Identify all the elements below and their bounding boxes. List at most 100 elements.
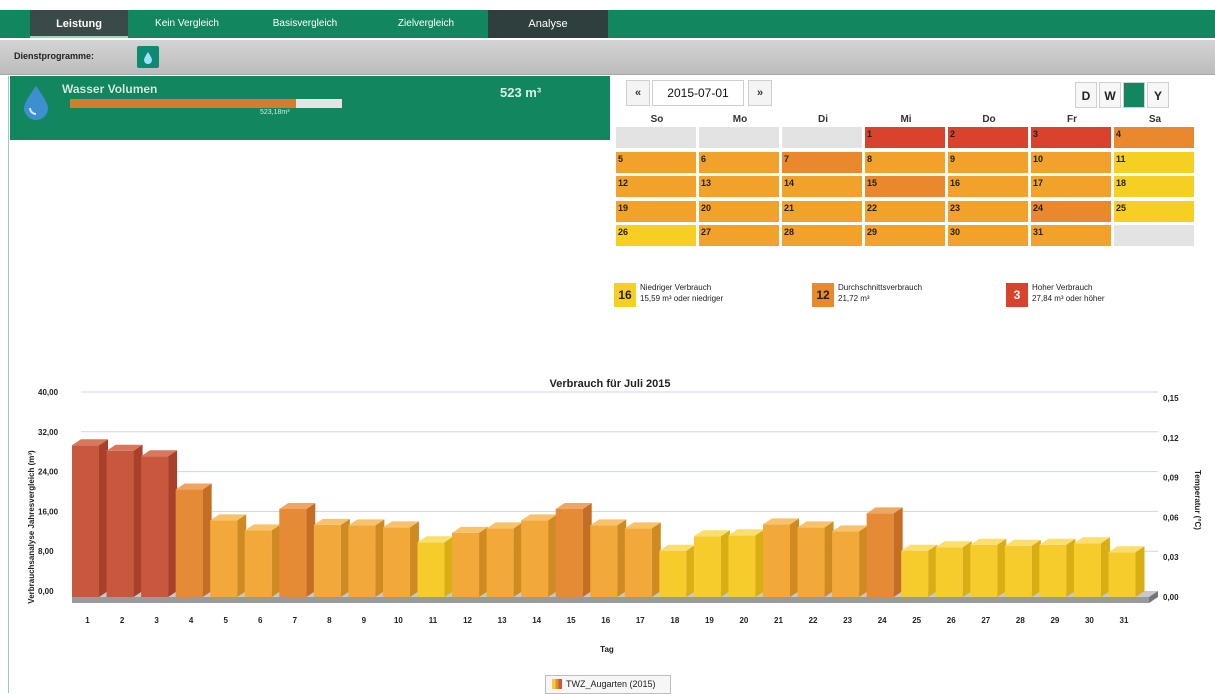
bar-top-day-20 xyxy=(728,529,765,536)
bar-top-day-23 xyxy=(832,525,869,532)
calendar-day-7[interactable]: 7 xyxy=(782,151,862,173)
calendar-day-4[interactable]: 4 xyxy=(1114,127,1194,148)
current-date[interactable]: 2015-07-01 xyxy=(652,80,744,106)
x-axis-tick-label: 17 xyxy=(636,616,645,625)
legend-high: 3 Hoher Verbrauch 27,84 m³ oder höher xyxy=(1006,280,1186,310)
bar-day-30 xyxy=(1073,543,1101,597)
x-axis-tick-label: 9 xyxy=(362,616,367,625)
bar-side-day-30 xyxy=(1100,537,1110,597)
calendar-empty-cell xyxy=(616,127,696,148)
bar-side-day-10 xyxy=(409,521,419,597)
calendar-day-24[interactable]: 24 xyxy=(1031,200,1111,222)
calendar-day-14[interactable]: 14 xyxy=(782,176,862,197)
x-axis-tick-label: 3 xyxy=(154,616,159,625)
calendar-day-8[interactable]: 8 xyxy=(865,151,945,173)
bar-side-day-4 xyxy=(202,483,212,597)
bar-top-day-22 xyxy=(797,521,834,528)
bar-top-day-18 xyxy=(659,544,696,551)
calendar-day-1[interactable]: 1 xyxy=(865,127,945,148)
calendar-day-15[interactable]: 15 xyxy=(865,176,945,197)
kpi-progress-bar xyxy=(70,99,342,108)
y-axis-tick-label: 16,00 xyxy=(38,507,59,516)
legend-average: 12 Durchschnittsverbrauch 21,72 m³ xyxy=(812,280,992,310)
calendar-day-9[interactable]: 9 xyxy=(948,151,1028,173)
x-axis-tick-label: 25 xyxy=(912,616,921,625)
y-axis-tick-label: 32,00 xyxy=(38,428,59,437)
bar-side-day-5 xyxy=(237,514,247,597)
bar-top-day-27 xyxy=(970,538,1007,545)
calendar-day-12[interactable]: 12 xyxy=(616,176,696,197)
x-axis-tick-label: 21 xyxy=(774,616,783,625)
bar-day-16 xyxy=(590,525,618,597)
y-axis-tick-label: 24,00 xyxy=(38,468,59,477)
calendar-day-5[interactable]: 5 xyxy=(616,151,696,173)
bar-side-day-14 xyxy=(548,514,558,597)
y2-axis-tick-label: 0,03 xyxy=(1163,553,1179,562)
calendar-day-27[interactable]: 27 xyxy=(699,225,779,246)
calendar-day-20[interactable]: 20 xyxy=(699,200,779,222)
x-axis-tick-label: 30 xyxy=(1085,616,1094,625)
tab-kein-vergleich[interactable]: Kein Vergleich xyxy=(128,10,246,38)
bar-top-day-25 xyxy=(901,544,938,551)
bar-day-14 xyxy=(521,520,549,597)
calendar-day-26[interactable]: 26 xyxy=(616,225,696,246)
calendar-day-17[interactable]: 17 xyxy=(1031,176,1111,197)
tab-basisvergleich[interactable]: Basisvergleich xyxy=(246,10,364,38)
x-axis-tick-label: 23 xyxy=(843,616,852,625)
next-date-button[interactable]: » xyxy=(748,80,772,106)
bar-day-7 xyxy=(279,508,307,597)
calendar-weekday-fr: Fr xyxy=(1067,114,1077,125)
bar-day-25 xyxy=(901,550,929,597)
bar-top-day-24 xyxy=(866,507,903,514)
y2-axis-tick-label: 0,06 xyxy=(1163,513,1179,522)
bar-day-17 xyxy=(624,528,652,597)
calendar-day-6[interactable]: 6 xyxy=(699,151,779,173)
x-axis-title: Tag xyxy=(600,645,614,654)
period-day-button[interactable]: D xyxy=(1075,82,1097,108)
calendar-day-16[interactable]: 16 xyxy=(948,176,1028,197)
legend-low: 16 Niedriger Verbrauch 15,59 m³ oder nie… xyxy=(614,280,794,310)
chart-floor-side xyxy=(1149,591,1158,603)
calendar-day-21[interactable]: 21 xyxy=(782,200,862,222)
calendar-day-3[interactable]: 3 xyxy=(1031,127,1111,148)
previous-date-button[interactable]: « xyxy=(626,80,650,106)
calendar-day-13[interactable]: 13 xyxy=(699,176,779,197)
period-year-button[interactable]: Y xyxy=(1147,82,1169,108)
tab-analyse[interactable]: Analyse xyxy=(488,10,608,38)
tab-leistung[interactable]: Leistung xyxy=(30,10,128,38)
legend-average-value: 21,72 m³ xyxy=(838,294,870,303)
calendar-day-30[interactable]: 30 xyxy=(948,225,1028,246)
bar-top-day-6 xyxy=(244,524,281,531)
chart-title: Verbrauch für Juli 2015 xyxy=(549,378,671,390)
calendar-day-28[interactable]: 28 xyxy=(782,225,862,246)
period-month-button[interactable]: M xyxy=(1123,82,1145,108)
bar-side-day-22 xyxy=(824,521,834,597)
water-drop-icon xyxy=(24,86,48,125)
tab-zielvergleich[interactable]: Zielvergleich xyxy=(364,10,488,38)
bar-side-day-24 xyxy=(893,507,903,597)
bar-day-8 xyxy=(313,524,341,597)
bar-day-9 xyxy=(348,525,376,597)
calendar-day-2[interactable]: 2 xyxy=(948,127,1028,148)
calendar-day-22[interactable]: 22 xyxy=(865,200,945,222)
period-week-button[interactable]: W xyxy=(1099,82,1121,108)
bar-day-28 xyxy=(1004,545,1032,597)
bar-top-day-28 xyxy=(1004,539,1041,546)
x-axis-tick-label: 20 xyxy=(739,616,748,625)
series-legend[interactable]: TWZ_Augarten (2015) xyxy=(545,675,671,694)
calendar-day-31[interactable]: 31 xyxy=(1031,225,1111,246)
calendar-day-29[interactable]: 29 xyxy=(865,225,945,246)
page-left-border xyxy=(8,76,9,693)
bar-top-day-3 xyxy=(141,450,178,457)
calendar-day-10[interactable]: 10 xyxy=(1031,151,1111,173)
calendar-weekday-mo: Mo xyxy=(732,114,748,125)
calendar-day-18[interactable]: 18 xyxy=(1114,176,1194,197)
calendar-day-19[interactable]: 19 xyxy=(616,200,696,222)
bar-day-1 xyxy=(72,445,99,597)
calendar-day-25[interactable]: 25 xyxy=(1114,200,1194,222)
calendar-day-11[interactable]: 11 xyxy=(1114,151,1194,173)
bar-top-day-29 xyxy=(1039,538,1076,545)
water-utility-button[interactable] xyxy=(137,46,159,68)
x-axis-tick-label: 5 xyxy=(223,616,228,625)
calendar-day-23[interactable]: 23 xyxy=(948,200,1028,222)
